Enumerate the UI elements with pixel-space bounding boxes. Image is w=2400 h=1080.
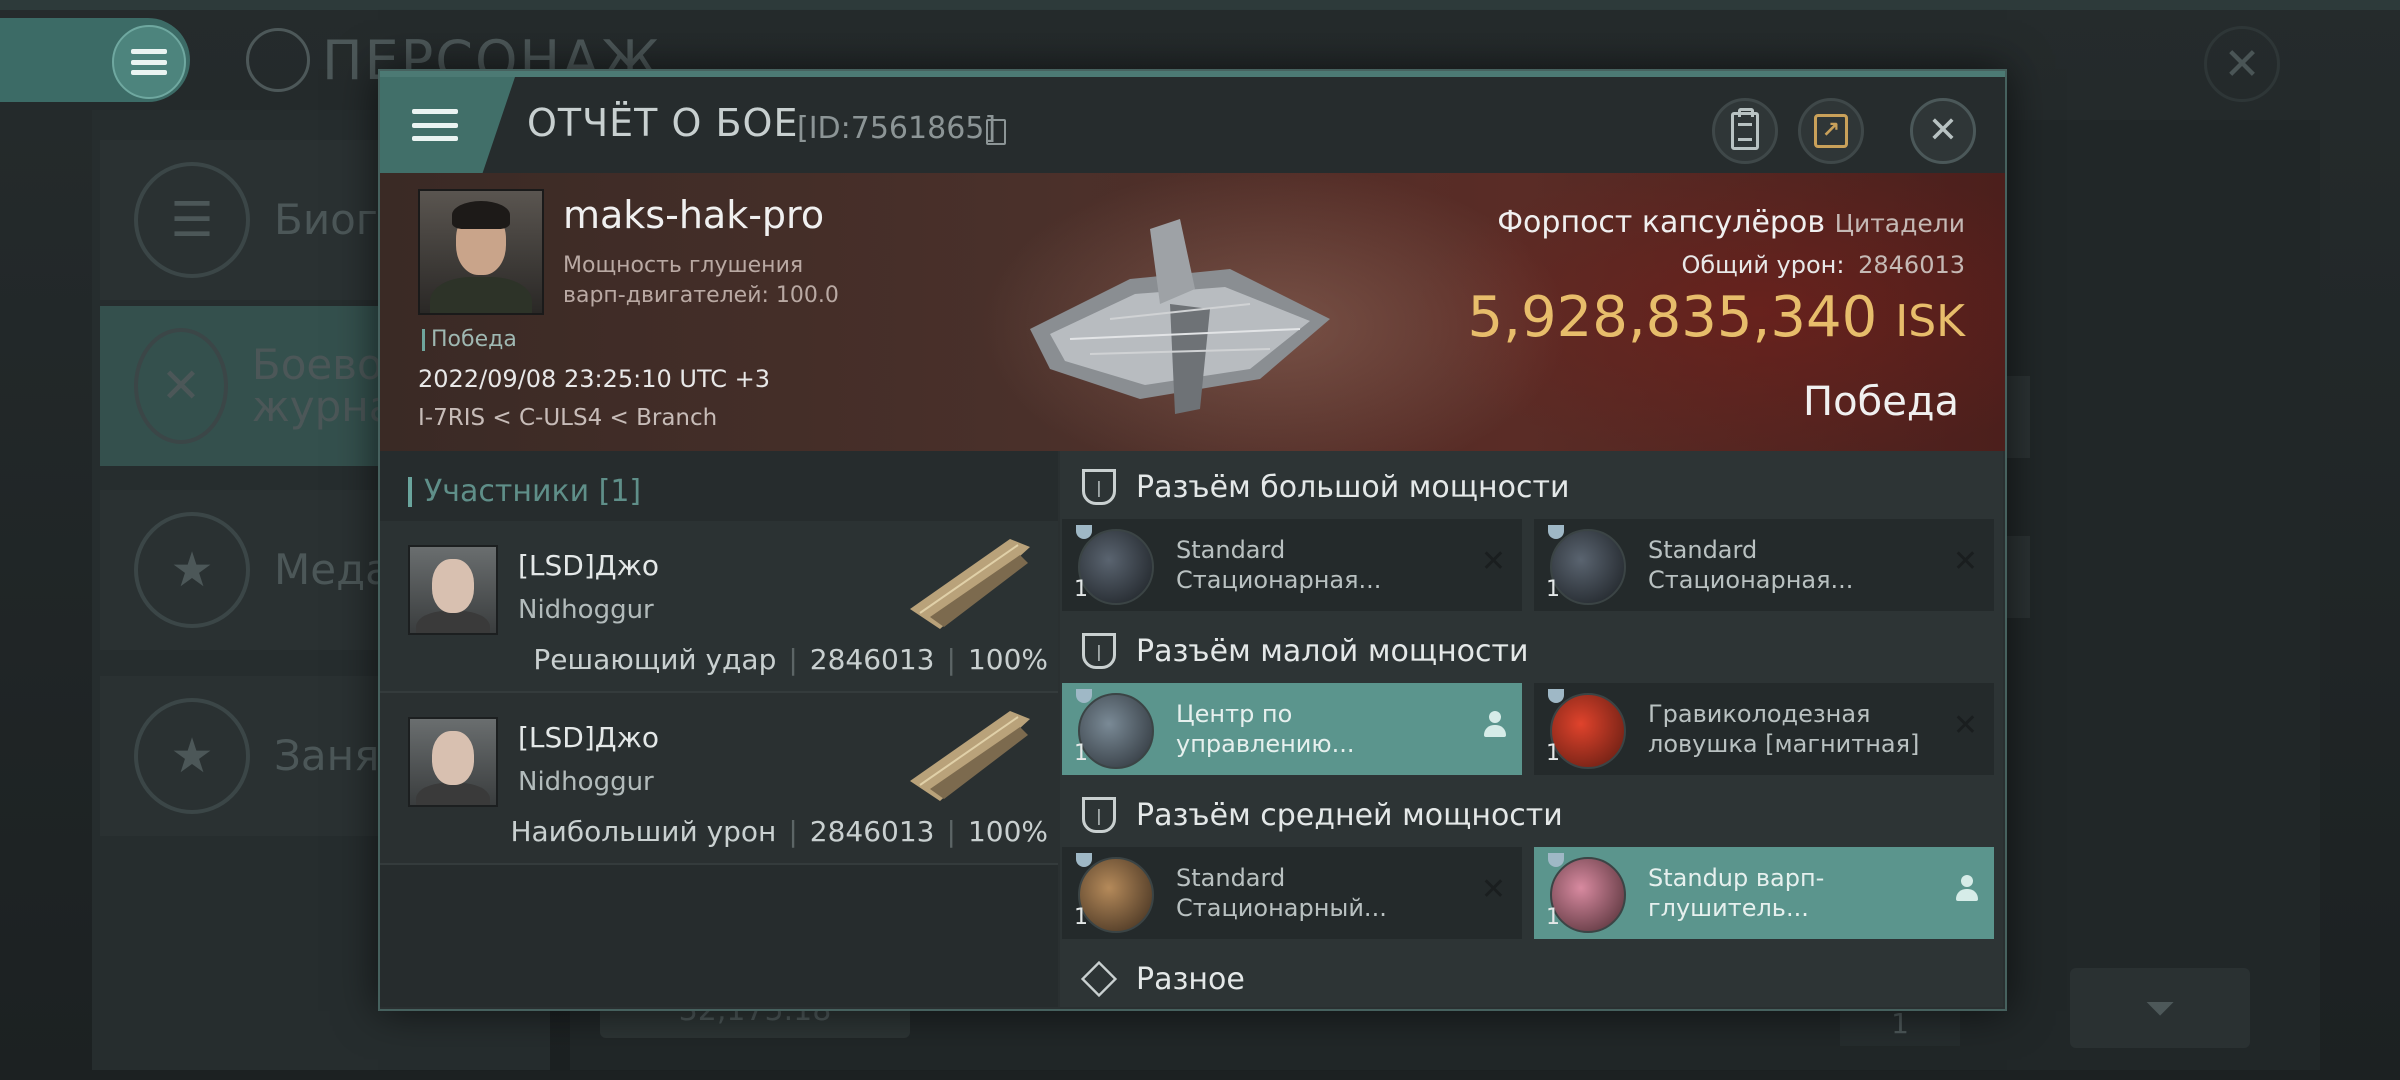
participant-row[interactable]: [LSD]Джо Nidhoggur Наибольший урон | 28460… [380,693,1058,865]
pilot-avatar[interactable] [418,189,544,315]
modal-title: ОТЧЁТ О БОЕ [527,101,799,145]
x-icon[interactable]: ✕ [1953,711,1978,741]
modal-menu-button[interactable] [380,77,515,173]
hamburger-icon [412,109,458,141]
total-damage: Общий урон: 2846013 [1681,251,1965,279]
bg-close-button[interactable]: ✕ [2204,26,2280,102]
module-icon [1078,857,1154,933]
module-icon [1550,693,1626,769]
share-button[interactable]: ↗ [1798,98,1864,164]
participant-name: [LSD]Джо [518,721,660,754]
top-strip [0,0,2400,10]
participant-ship: Nidhoggur [518,767,654,797]
shield-slot-icon: | [1082,797,1116,833]
module-item[interactable]: 1 Standard Стационарная... ✕ [1534,519,1994,611]
character-icon [246,28,310,92]
share-icon: ↗ [1814,114,1848,148]
close-icon: ✕ [1927,110,1959,151]
module-item[interactable]: 1 Standard Стационарный... ✕ [1062,847,1522,939]
participant-ship: Nidhoggur [518,595,654,625]
x-icon[interactable]: ✕ [1481,547,1506,577]
hamburger-icon [112,25,186,99]
pilot-stat: Мощность глушения варп-двигателей: 100.0 [563,253,839,308]
shield-slot-icon: | [1082,469,1116,505]
bg-menu-button[interactable] [0,18,190,102]
ship-image [910,539,1030,629]
pilot-name[interactable]: maks-hak-pro [563,193,824,237]
close-button[interactable]: ✕ [1910,98,1976,164]
module-icon [1078,529,1154,605]
module-icon [1078,693,1154,769]
modal-header: ОТЧЁТ О БОЕ [ID:7561865] ↗ ✕ [380,77,2005,173]
filter-icon: ⏷ [2144,985,2176,1030]
module-item[interactable]: 1 Standard Стационарная... ✕ [1062,519,1522,611]
participants-panel: Участники [1] [LSD]Джо Nidhoggur Решающи… [380,451,1058,1007]
kill-banner: maks-hak-pro Мощность глушения варп-двиг… [380,173,2005,451]
low-slot-header: | Разъём малой мощности [1060,621,2003,681]
module-item[interactable]: 1 Центр по управлению... [1062,683,1522,775]
module-item[interactable]: 1 Standup варп-глушитель... [1534,847,1994,939]
victory-tag: Победа [422,329,517,351]
star-badge-icon: ★ [134,698,250,814]
clipboard-button[interactable] [1712,98,1778,164]
mid-slot-header: | Разъём средней мощности [1060,785,2003,845]
copy-icon[interactable] [986,119,1006,145]
participant-row[interactable]: [LSD]Джо Nidhoggur Решающий удар | 2846013… [380,521,1058,693]
victim-name: Форпост капсулёров Цитадели [1497,205,1965,240]
result-label: Победа [1803,379,1959,425]
list-icon: ☰ [134,162,250,278]
participant-stats: Наибольший урон | 2846013 | 100% [510,815,1048,848]
isk-value: 5,928,835,340 ISK [1467,285,1965,350]
kill-datetime: 2022/09/08 23:25:10 UTC +3 [418,365,770,393]
victim-class: Цитадели [1834,209,1965,238]
participant-name: [LSD]Джо [518,549,660,582]
person-icon[interactable] [1956,875,1978,901]
participants-header: Участники [1] [408,477,641,507]
swords-icon: ✕ [134,328,228,444]
x-icon[interactable]: ✕ [1953,547,1978,577]
x-icon[interactable]: ✕ [1481,875,1506,905]
fitting-panel: | Разъём большой мощности 1 Standard Ста… [1060,451,2003,1007]
ship-image [910,711,1030,801]
participant-avatar[interactable] [408,545,498,635]
structure-image [1030,219,1330,414]
kill-location[interactable]: I-7RIS < C-ULS4 < Branch [418,405,717,431]
clipboard-icon [1731,108,1759,150]
participant-avatar[interactable] [408,717,498,807]
shield-slot-icon: | [1082,633,1116,669]
high-slot-header: | Разъём большой мощности [1060,457,2003,517]
cube-icon [1080,960,1118,998]
filter-button[interactable]: ⏷ [2070,968,2250,1048]
star-icon: ★ [134,512,250,628]
module-item[interactable]: 1 Гравиколодезная ловушка [магнитная] ✕ [1534,683,1994,775]
module-icon [1550,529,1626,605]
misc-header: Разное [1060,949,2003,1007]
person-icon[interactable] [1484,711,1506,737]
module-icon [1550,857,1626,933]
battle-report-modal: ОТЧЁТ О БОЕ [ID:7561865] ↗ ✕ maks-hak-pr… [378,69,2007,1011]
participant-stats: Решающий удар | 2846013 | 100% [533,643,1048,676]
report-id: [ID:7561865] [797,111,997,146]
